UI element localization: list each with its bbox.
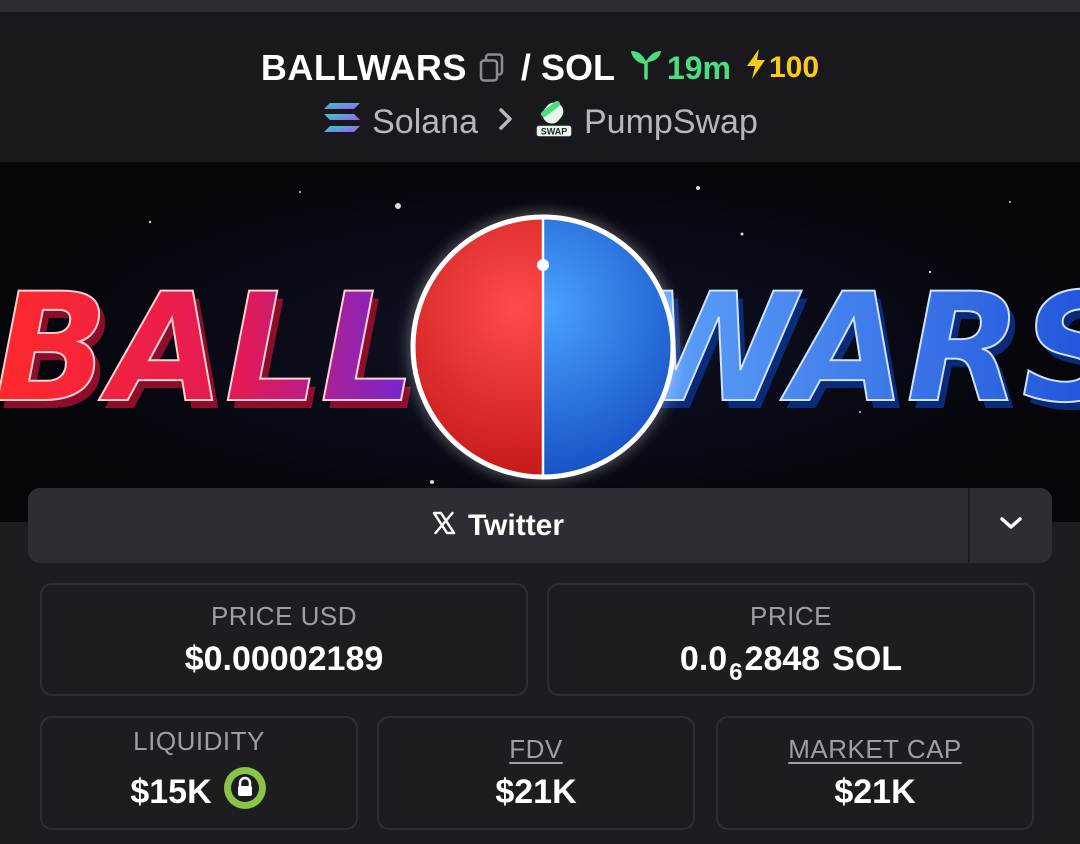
price-zero-count: 6 [729, 659, 743, 686]
price-native-value: 0.0 6 2848 SOL [679, 639, 903, 687]
market-cap-value: $21K [834, 773, 916, 811]
pair-header: BALLWARS / SOL 19m 100 Solana SWAP PumpS… [0, 12, 1080, 162]
solana-icon [322, 101, 362, 144]
pair-separator: / [520, 47, 531, 88]
svg-text:BALL: BALL [0, 262, 416, 436]
lock-icon[interactable] [222, 765, 268, 820]
price-digits: 2848 [744, 639, 821, 678]
twitter-button[interactable]: Twitter [28, 488, 968, 563]
chevron-down-icon [999, 515, 1023, 536]
boost-value: 100 [769, 51, 820, 84]
chevron-right-icon [498, 105, 514, 139]
fdv-label[interactable]: FDV [509, 734, 563, 765]
dex-badge-text: SWAP [541, 126, 568, 136]
seedling-icon [629, 48, 663, 88]
liquidity-value-row: $15K [130, 765, 267, 820]
quote-token: SOL [540, 47, 615, 88]
pair-title-row: BALLWARS / SOL 19m 100 [0, 46, 1080, 90]
dex-link[interactable]: PumpSwap [584, 103, 758, 142]
market-cap-label[interactable]: MARKET CAP [788, 734, 962, 765]
pair-age-value: 19m [666, 49, 731, 86]
copy-icon[interactable] [479, 53, 505, 83]
lightning-icon [745, 48, 767, 88]
market-cap-card: MARKET CAP $21K [716, 716, 1034, 830]
liquidity-value: $15K [130, 773, 212, 811]
liquidity-card: LIQUIDITY $15K [40, 716, 358, 830]
breadcrumb: Solana SWAP PumpSwap [0, 98, 1080, 147]
x-logo-icon [432, 509, 456, 543]
svg-text:WARS: WARS [630, 262, 1080, 436]
boost-badge[interactable]: 100 [745, 48, 819, 88]
twitter-label: Twitter [467, 508, 565, 542]
token-banner-image: BALL BALL WARS WARS [0, 162, 1080, 522]
price-usd-card: PRICE USD $0.00002189 [40, 583, 528, 696]
price-usd-label: PRICE USD [210, 600, 358, 631]
price-usd-value: $0.00002189 [184, 639, 384, 678]
price-unit: SOL [832, 639, 903, 678]
price-native-label: PRICE [750, 600, 832, 631]
price-native-card: PRICE 0.0 6 2848 SOL [547, 583, 1035, 696]
banner-word-left: BALL BALL [0, 261, 422, 444]
pumpswap-icon: SWAP [534, 98, 574, 147]
top-strip [0, 0, 1080, 12]
split-ball-graphic [407, 211, 679, 483]
price-prefix: 0.0 [679, 639, 728, 678]
pair-age: 19m [629, 48, 731, 88]
liquidity-label: LIQUIDITY [133, 726, 265, 756]
token-name: BALLWARS [260, 47, 467, 88]
fdv-value: $21K [495, 773, 577, 811]
banner-word-right: WARS WARS [629, 261, 1080, 444]
social-links-bar: Twitter [28, 488, 1052, 563]
chain-link[interactable]: Solana [372, 103, 478, 142]
more-links-dropdown[interactable] [968, 488, 1052, 563]
fdv-card: FDV $21K [377, 716, 695, 830]
